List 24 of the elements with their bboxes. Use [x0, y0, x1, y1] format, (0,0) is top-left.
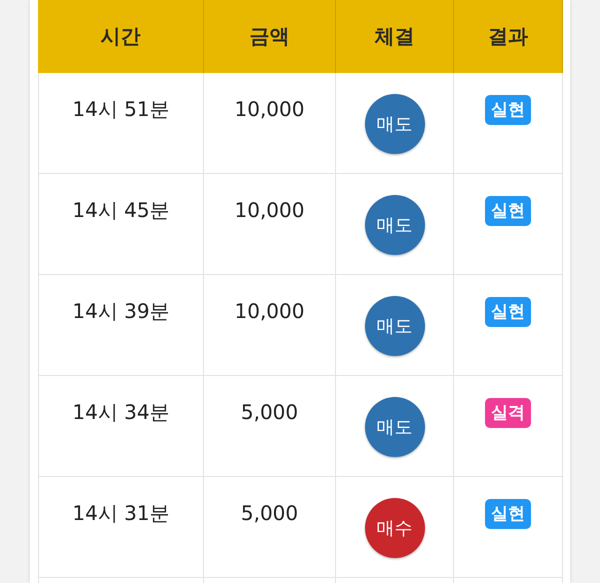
result-tag: 실현	[485, 499, 531, 529]
table-cell: 10,000	[234, 97, 304, 121]
table-cell: 14시 39분	[72, 299, 170, 323]
trade-marker: 매도	[364, 195, 424, 255]
table-cell: 14시 45분	[72, 198, 170, 222]
result-tag: 실현	[485, 196, 531, 226]
table-cell: 14시 31분	[72, 501, 170, 525]
column-header: 결과	[454, 0, 563, 73]
column-header: 체결	[336, 0, 454, 73]
table-cell: 5,000	[240, 400, 298, 424]
trade-marker: 매도	[364, 296, 424, 356]
table-cell: 5,000	[240, 501, 298, 525]
table-cell: 14시 51분	[72, 97, 170, 121]
trade-marker: 매수	[364, 498, 424, 558]
table-cell: 10,000	[234, 299, 304, 323]
result-tag: 실현	[485, 95, 531, 125]
table-cell: 10,000	[234, 198, 304, 222]
column-header: 금액	[204, 0, 336, 73]
table-cell: 14시 34분	[72, 400, 170, 424]
result-tag: 실현	[485, 297, 531, 327]
trade-marker: 매도	[364, 397, 424, 457]
column-header: 시간	[38, 0, 204, 73]
result-tag: 실격	[485, 398, 531, 428]
trade-marker: 매도	[364, 94, 424, 154]
